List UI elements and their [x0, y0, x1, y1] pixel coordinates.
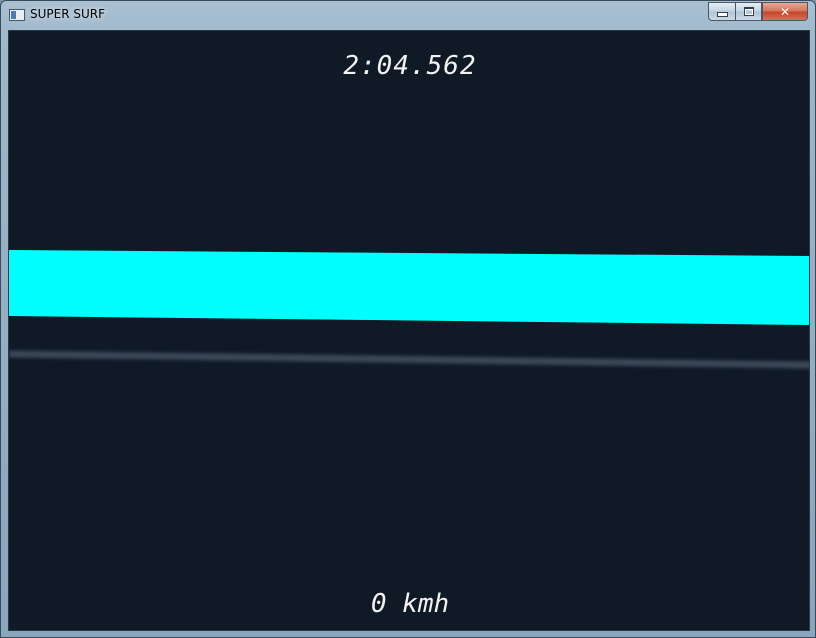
race-timer: 2:04.562 — [343, 51, 477, 81]
speedometer: 0 kmh — [9, 589, 809, 619]
speed-unit: kmh — [402, 589, 450, 619]
minimize-icon — [716, 12, 728, 17]
game-viewport[interactable]: 2:04.562 0 kmh — [8, 30, 810, 631]
title-bar[interactable]: SUPER SURF ✕ — [1, 1, 815, 29]
game-scene — [9, 250, 809, 369]
track-edge-line — [9, 350, 809, 369]
close-icon: ✕ — [779, 4, 791, 19]
close-button[interactable]: ✕ — [762, 2, 808, 21]
maximize-button[interactable] — [735, 2, 762, 21]
app-window: SUPER SURF ✕ 2:04.562 0 kmh — [0, 0, 816, 638]
window-controls: ✕ — [708, 2, 808, 21]
app-icon[interactable] — [9, 9, 25, 21]
cyan-track-band — [9, 250, 809, 325]
speed-value: 0 — [370, 589, 387, 619]
window-title: SUPER SURF — [30, 7, 106, 21]
minimize-button[interactable] — [708, 2, 735, 21]
maximize-icon — [743, 7, 754, 16]
